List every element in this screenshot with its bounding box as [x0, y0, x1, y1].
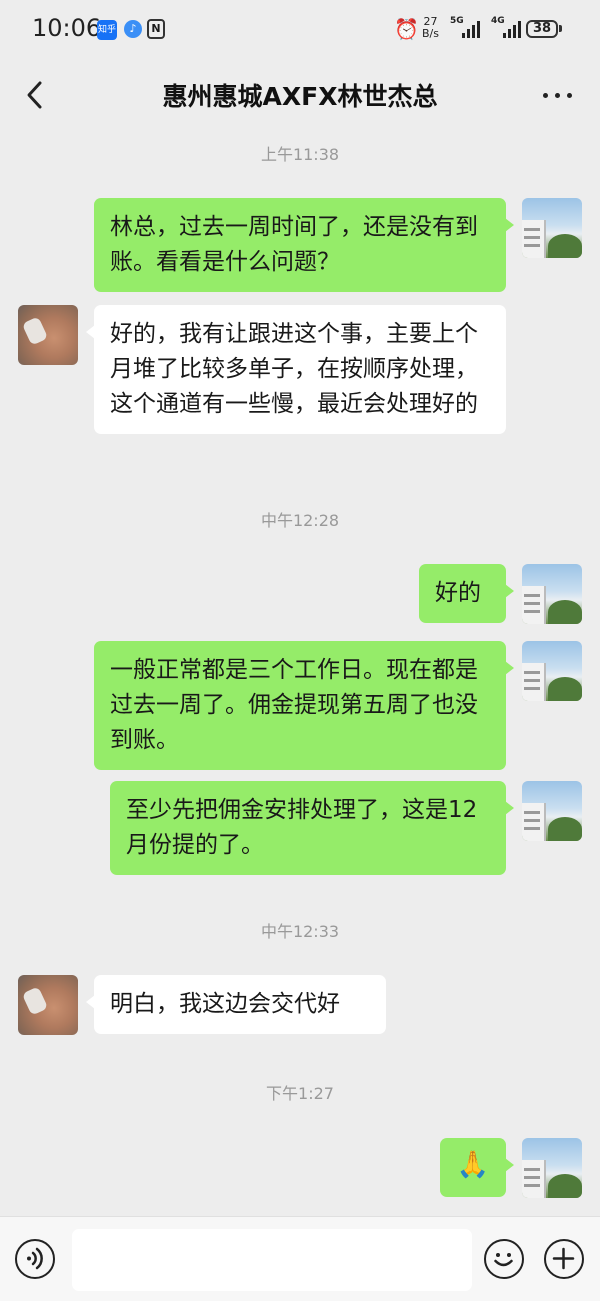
my-avatar[interactable]: [522, 564, 582, 624]
voice-input-icon[interactable]: [15, 1239, 55, 1279]
message-bubble-sent[interactable]: 好的: [419, 564, 514, 623]
battery-icon: 38: [526, 20, 558, 38]
network-type-5g: 5G: [450, 16, 464, 26]
status-bar: 10:06 知乎 ♪ N ⏰ 27 B/s 5G 4G 38: [0, 0, 600, 60]
contact-avatar[interactable]: [18, 305, 78, 365]
alarm-icon: ⏰: [394, 17, 419, 41]
status-time: 10:06: [32, 14, 102, 42]
chat-input-bar: [0, 1216, 600, 1301]
emoji-icon[interactable]: [484, 1239, 524, 1279]
nfc-icon: N: [147, 19, 165, 39]
plus-icon[interactable]: [544, 1239, 584, 1279]
network-speed-unit: B/s: [422, 27, 439, 40]
message-timestamp: 下午1:27: [266, 1084, 334, 1103]
network-speed: 27 B/s: [422, 16, 439, 40]
my-avatar[interactable]: [522, 641, 582, 701]
message-timestamp: 中午12:28: [260, 511, 340, 530]
message-text-input[interactable]: [72, 1229, 472, 1291]
message-bubble-sent[interactable]: 一般正常都是三个工作日。现在都是过去一周了。佣金提现第五周了也没到账。: [94, 641, 514, 770]
my-avatar[interactable]: [522, 198, 582, 258]
my-avatar[interactable]: [522, 1138, 582, 1198]
message-bubble-received[interactable]: 明白，我这边会交代好: [86, 975, 386, 1034]
contact-avatar[interactable]: [18, 975, 78, 1035]
message-timestamp: 中午12:33: [260, 922, 340, 941]
zhihu-app-icon: 知乎: [97, 20, 117, 40]
network-type-4g: 4G: [491, 16, 505, 26]
pray-emoji-icon: 🙏: [456, 1150, 490, 1180]
my-avatar[interactable]: [522, 781, 582, 841]
battery-tip: [559, 25, 562, 32]
more-options-icon[interactable]: [540, 81, 574, 109]
message-bubble-sent[interactable]: 林总，过去一周时间了，还是没有到账。看看是什么问题？: [94, 198, 514, 292]
back-arrow-icon[interactable]: [22, 78, 52, 112]
message-bubble-sent[interactable]: 🙏: [440, 1138, 514, 1197]
message-bubble-received[interactable]: 好的，我有让跟进这个事，主要上个月堆了比较多单子，在按顺序处理，这个通道有一些慢…: [86, 305, 506, 434]
chat-header: 惠州惠城AXFX林世杰总: [0, 60, 600, 130]
chat-title: 惠州惠城AXFX林世杰总: [162, 82, 438, 111]
message-timestamp: 上午11:38: [260, 145, 340, 164]
message-bubble-sent[interactable]: 至少先把佣金安排处理了，这是12月份提的了。: [110, 781, 514, 875]
music-app-icon: ♪: [124, 20, 142, 38]
